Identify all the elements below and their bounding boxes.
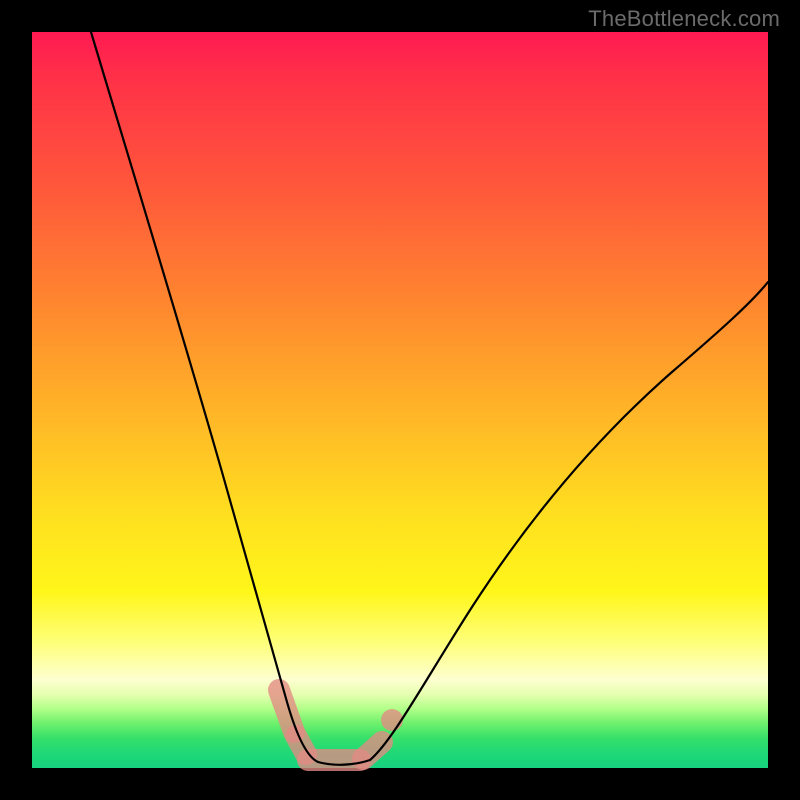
- plot-area: [32, 32, 768, 768]
- marker-dot-1: [381, 709, 403, 731]
- curve-right-branch: [370, 282, 768, 760]
- curve-left-branch: [91, 32, 318, 762]
- highlight-markers: [279, 690, 403, 760]
- curve-layer: [32, 32, 768, 768]
- chart-frame: TheBottleneck.com: [0, 0, 800, 800]
- watermark-text: TheBottleneck.com: [588, 6, 780, 32]
